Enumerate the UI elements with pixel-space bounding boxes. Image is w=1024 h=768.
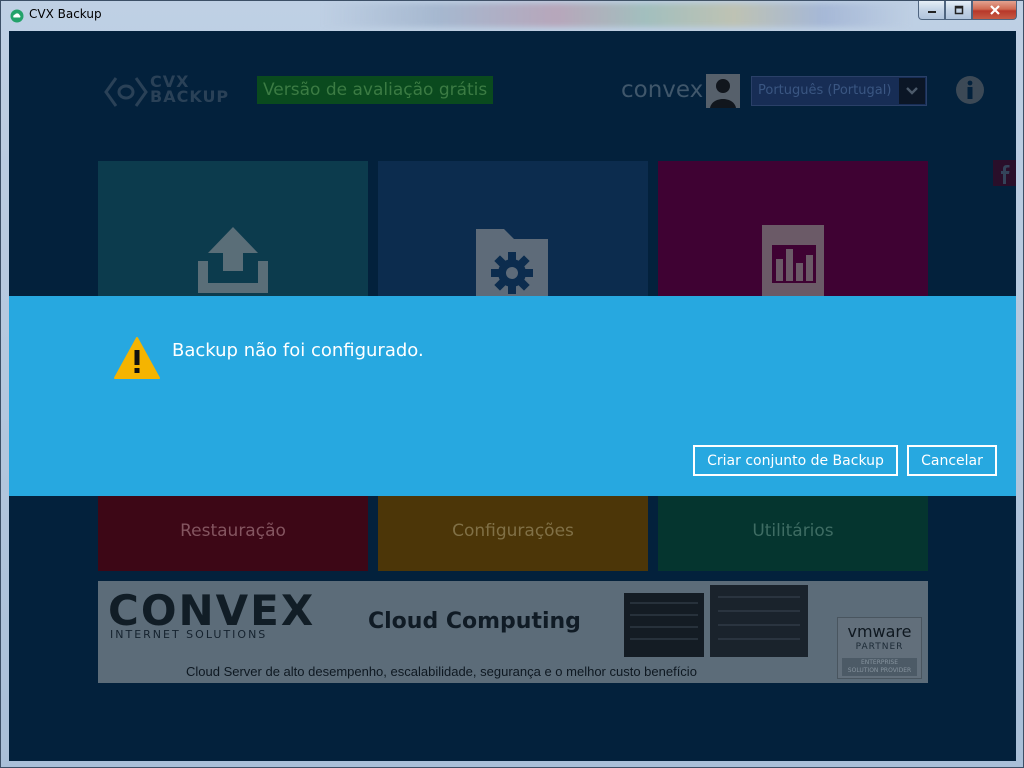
maximize-icon (954, 5, 963, 15)
warning-icon (114, 337, 160, 379)
cancel-button[interactable]: Cancelar (907, 445, 997, 476)
user-silhouette-icon (710, 79, 736, 108)
minimize-button[interactable] (918, 1, 945, 20)
logo-line-2: BACKUP (150, 87, 230, 106)
banner-brand-subtitle: INTERNET SOLUTIONS (110, 628, 268, 641)
info-button[interactable] (955, 75, 985, 105)
create-backup-set-button[interactable]: Criar conjunto de Backup (693, 445, 898, 476)
facebook-side-tab[interactable] (993, 160, 1016, 186)
window-title: CVX Backup (29, 7, 102, 21)
close-icon (989, 5, 1000, 15)
vmware-partner-label: PARTNER (855, 642, 904, 652)
alert-dialog: Backup não foi configurado. Criar conjun… (9, 296, 1016, 496)
blurred-background-strip (321, 3, 911, 27)
tile-settings-label: Configurações (452, 521, 574, 541)
user-avatar[interactable] (706, 74, 740, 108)
minimize-icon (927, 11, 936, 13)
bar-chart-icon (762, 225, 824, 305)
banner-caption: Cloud Server de alto desempenho, escalab… (186, 664, 697, 679)
maximize-button[interactable] (945, 1, 972, 20)
cvx-backup-logo: CVX BACKUP (104, 74, 244, 110)
dialog-message: Backup não foi configurado. (172, 340, 424, 361)
tile-restore-label: Restauração (180, 521, 286, 541)
app-window: CVX Backup CVX BACKUP Versão de avaliaçã… (0, 0, 1024, 768)
language-select[interactable]: Português (Portugal) (751, 76, 927, 106)
username-label: convex (621, 77, 704, 103)
cloud-app-icon (10, 9, 24, 23)
chevron-down-icon (906, 87, 918, 95)
server-rack-image (624, 585, 808, 657)
convex-ad-banner[interactable]: CONVEX INTERNET SOLUTIONS Cloud Computin… (98, 581, 928, 683)
language-value: Português (Portugal) (758, 83, 892, 98)
title-bar[interactable]: CVX Backup (1, 1, 1023, 30)
banner-title: Cloud Computing (368, 609, 581, 634)
info-icon (956, 76, 984, 104)
logo-text: CVX BACKUP (150, 74, 250, 106)
facebook-icon (1001, 165, 1010, 184)
app-client-area: CVX BACKUP Versão de avaliação grátis co… (9, 31, 1016, 761)
trial-badge: Versão de avaliação grátis (257, 76, 494, 104)
logo-mark-icon (104, 77, 148, 107)
window-controls (918, 1, 1017, 20)
folder-gear-icon (476, 229, 548, 307)
tile-utilities-label: Utilitários (752, 521, 834, 541)
vmware-logo: vmware (847, 622, 912, 641)
upload-icon (198, 227, 268, 293)
language-dropdown-button[interactable] (899, 78, 925, 104)
close-button[interactable] (972, 1, 1017, 20)
